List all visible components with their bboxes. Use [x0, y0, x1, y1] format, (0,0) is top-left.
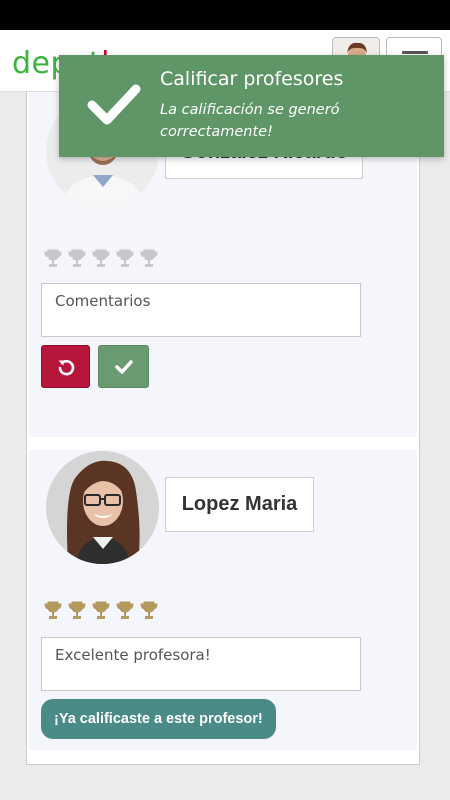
trophy-icon[interactable]	[139, 248, 159, 268]
checkmark-icon	[87, 84, 141, 125]
trophy-icon[interactable]	[67, 600, 87, 620]
trophy-icon[interactable]	[91, 248, 111, 268]
rating-card: Gonzalez Ricardo Comentarios	[26, 92, 420, 765]
confirm-rating-button[interactable]	[98, 345, 149, 388]
rating-trophies	[43, 600, 159, 620]
trophy-icon[interactable]	[115, 600, 135, 620]
comment-input[interactable]: Excelente profesora!	[41, 637, 361, 691]
trophy-icon[interactable]	[43, 600, 63, 620]
undo-icon	[58, 359, 74, 375]
status-bar	[0, 0, 450, 30]
professor-avatar	[46, 451, 159, 564]
rating-trophies	[43, 248, 159, 268]
trophy-icon[interactable]	[67, 248, 87, 268]
professor-name: Lopez Maria	[165, 477, 314, 532]
checkmark-icon	[114, 359, 133, 374]
trophy-icon[interactable]	[91, 600, 111, 620]
toast-title: Calificar profesores	[160, 68, 344, 90]
success-toast[interactable]: Calificar profesores La calificación se …	[59, 55, 444, 157]
professor-photo	[46, 451, 159, 564]
content-area: Gonzalez Ricardo Comentarios	[0, 92, 450, 800]
trophy-icon[interactable]	[115, 248, 135, 268]
already-rated-button[interactable]: ¡Ya calificaste a este profesor!	[41, 699, 276, 739]
comment-input[interactable]: Comentarios	[41, 283, 361, 337]
reset-rating-button[interactable]	[41, 345, 90, 388]
professor-panel: Lopez Maria Excelente profesora! ¡Ya cal…	[29, 450, 417, 750]
trophy-icon[interactable]	[139, 600, 159, 620]
toast-message: La calificación se generó correctamente!	[160, 102, 340, 140]
menu-line	[402, 51, 428, 54]
trophy-icon[interactable]	[43, 248, 63, 268]
